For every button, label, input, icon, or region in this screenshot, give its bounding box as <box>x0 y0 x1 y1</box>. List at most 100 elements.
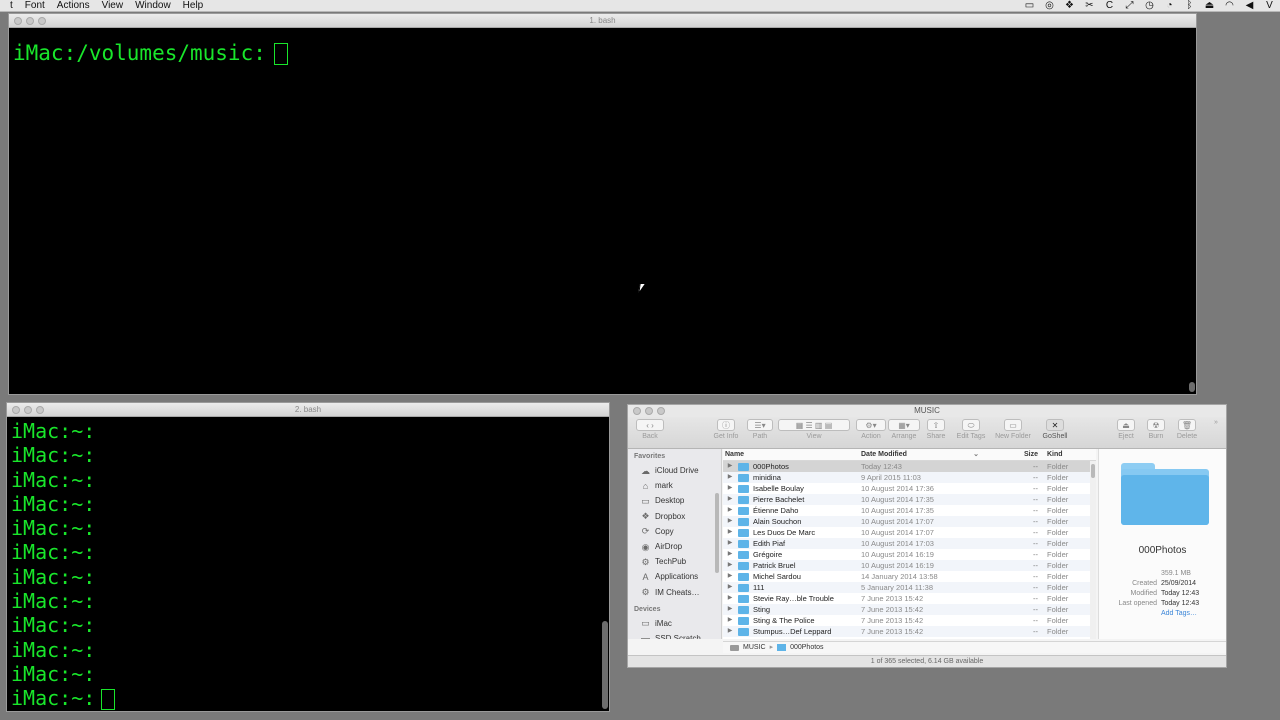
sidebar-item-applications[interactable]: A Applications <box>628 569 721 584</box>
action-button[interactable]: ⚙▾ Action <box>856 419 886 440</box>
terminal-2-scrollbar[interactable] <box>602 621 608 709</box>
disclosure-triangle-icon[interactable]: ▶ <box>725 494 735 505</box>
table-row[interactable]: ▶ Isabelle Boulay 10 August 2014 17:36 -- Fo… <box>723 483 1096 494</box>
folder-icon <box>738 605 749 614</box>
disclosure-triangle-icon[interactable]: ▶ <box>725 527 735 538</box>
table-row[interactable]: ▶ Les Duos De Marc 10 August 2014 17:07 -- F… <box>723 527 1096 538</box>
table-row[interactable]: ▶ 111 5 January 2014 11:38 -- Folder <box>723 582 1096 593</box>
table-row[interactable]: ▶ Alain Souchon 10 August 2014 17:07 -- Fold… <box>723 516 1096 527</box>
terminal-window-1[interactable]: 1. bash iMac:/volumes/music: <box>8 13 1197 395</box>
disclosure-triangle-icon[interactable]: ▶ <box>725 516 735 527</box>
disclosure-triangle-icon[interactable]: ▶ <box>725 472 735 483</box>
table-row[interactable]: ▶ Stevie Ray…ble Trouble 7 June 2013 15:42… <box>723 593 1096 604</box>
sidebar-item-airdrop[interactable]: ◉ AirDrop <box>628 539 721 554</box>
time-machine-icon[interactable]: ◷ <box>1143 0 1156 12</box>
edit-tags-button[interactable]: ⬭ Edit Tags <box>954 419 988 440</box>
menu-help[interactable]: Help <box>177 0 210 12</box>
disclosure-triangle-icon[interactable]: ▶ <box>725 604 735 615</box>
view-button[interactable]: ▦ ☰ ▥ ▤ View <box>778 419 850 440</box>
dropbox-icon[interactable]: ❖ <box>1063 0 1076 12</box>
terminal-2-titlebar[interactable]: 2. bash <box>7 403 609 417</box>
disclosure-triangle-icon[interactable]: ▶ <box>725 626 735 637</box>
table-row[interactable]: ▶ Sting 7 June 2013 15:42 -- Folder <box>723 604 1096 615</box>
disclosure-triangle-icon[interactable]: ▶ <box>725 615 735 626</box>
sidebar-item-im-cheats[interactable]: ⚙ IM Cheats… <box>628 585 721 600</box>
video-icon[interactable]: ▭ <box>1023 0 1036 12</box>
file-date: 5 January 2014 11:38 <box>861 583 934 592</box>
terminal-1-output[interactable]: iMac:/volumes/music: <box>9 28 1196 394</box>
disclosure-triangle-icon[interactable]: ▶ <box>725 560 735 571</box>
menu-font[interactable]: Font <box>19 0 51 12</box>
column-kind[interactable]: Kind <box>1042 449 1090 460</box>
disclosure-triangle-icon[interactable]: ▶ <box>725 483 735 494</box>
back-button[interactable]: ‹ › Back <box>636 419 664 440</box>
table-row[interactable]: ▶ Michel Sardou 14 January 2014 13:58 -- Fol… <box>723 571 1096 582</box>
arrange-button[interactable]: ▦▾ Arrange <box>888 419 920 440</box>
disclosure-triangle-icon[interactable]: ▶ <box>725 549 735 560</box>
sidebar-item-mark[interactable]: ⌂ mark <box>628 478 721 493</box>
share-button[interactable]: ⇧ Share <box>924 419 948 440</box>
sidebar-item-desktop[interactable]: ▭ Desktop <box>628 493 721 508</box>
file-kind: Folder <box>1047 583 1069 592</box>
file-list-scrollbar[interactable] <box>1090 461 1096 639</box>
table-row[interactable]: ▶ Stumpus…Def Leppard 7 June 2013 15:42 -- F… <box>723 626 1096 637</box>
table-row[interactable]: ▶ Pierre Bachelet 10 August 2014 17:35 -- Fo… <box>723 494 1096 505</box>
sidebar-item-icloud-drive[interactable]: ☁ iCloud Drive <box>628 463 721 478</box>
eject-button[interactable]: ⏏ Eject <box>1114 419 1138 440</box>
wifi-icon[interactable]: ◠ <box>1223 0 1236 12</box>
disclosure-triangle-icon[interactable]: ▶ <box>725 582 735 593</box>
table-row[interactable]: ▶ 000Photos Today 12:43 -- Folder <box>723 461 1096 472</box>
finder-window[interactable]: MUSIC ‹ › Back ⓘ Get Info ☰▾ Path ▦ ☰ ▥ ▤ Vi… <box>627 404 1227 668</box>
tools-icon[interactable]: ✂ <box>1083 0 1096 12</box>
bluetooth-icon[interactable]: ᛒ <box>1183 0 1196 12</box>
terminal-2-output[interactable]: iMac:~: iMac:~: iMac:~: iMac:~: iMac:~: iMac:… <box>7 417 609 711</box>
disclosure-triangle-icon[interactable]: ▶ <box>725 505 735 516</box>
delete-button[interactable]: 🗑 Delete <box>1174 419 1200 440</box>
burn-button[interactable]: ☢ Burn <box>1144 419 1168 440</box>
path-button[interactable]: ☰▾ Path <box>746 419 774 440</box>
menu-window[interactable]: Window <box>129 0 177 12</box>
path-folder[interactable]: 000Photos <box>790 642 823 654</box>
terminal-1-scrollbar[interactable] <box>1189 382 1195 392</box>
table-row[interactable]: ▶ Sting & The Police 7 June 2013 15:42 -- Fo… <box>723 615 1096 626</box>
file-date: 10 August 2014 17:36 <box>861 484 934 493</box>
clock-icon[interactable]: ◔ <box>1163 0 1176 12</box>
menu-t[interactable]: t <box>4 0 19 12</box>
finder-titlebar[interactable]: MUSIC <box>628 405 1226 417</box>
sidebar-scrollbar[interactable] <box>715 493 719 573</box>
table-row[interactable]: ▶ Grégoire 10 August 2014 16:19 -- Folder <box>723 549 1096 560</box>
creative-cloud-icon[interactable]: ◎ <box>1043 0 1056 12</box>
c-app-icon[interactable]: C <box>1103 0 1116 12</box>
table-row[interactable]: ▶ Étienne Daho 10 August 2014 17:35 -- Folde… <box>723 505 1096 516</box>
eject-icon[interactable]: ⏏ <box>1203 0 1216 12</box>
terminal-window-2[interactable]: 2. bash iMac:~: iMac:~: iMac:~: iMac:~: iMac… <box>6 402 610 712</box>
goshell-button[interactable]: ✕ GoShell <box>1038 419 1072 440</box>
get-info-button[interactable]: ⓘ Get Info <box>710 419 742 440</box>
status-icon[interactable]: V <box>1263 0 1276 12</box>
toolbar-overflow-icon[interactable]: » <box>1210 419 1222 426</box>
table-row[interactable]: ▶ minidina 9 April 2015 11:03 -- Folder <box>723 472 1096 483</box>
sidebar-item-copy[interactable]: ⟳ Copy <box>628 524 721 539</box>
column-name[interactable]: Name <box>723 449 859 460</box>
sidebar-item-dropbox[interactable]: ❖ Dropbox <box>628 509 721 524</box>
disclosure-triangle-icon[interactable]: ▶ <box>725 593 735 604</box>
terminal-1-titlebar[interactable]: 1. bash <box>9 14 1196 28</box>
new-folder-button[interactable]: ▭ New Folder <box>992 419 1034 440</box>
disclosure-triangle-icon[interactable]: ▶ <box>725 571 735 582</box>
menu-view[interactable]: View <box>96 0 130 12</box>
column-date-modified[interactable]: Date Modified ⌄ <box>859 449 1009 460</box>
volume-icon[interactable]: ◀ <box>1243 0 1256 12</box>
disclosure-triangle-icon[interactable]: ▶ <box>725 461 735 472</box>
add-tags-link[interactable]: Add Tags… <box>1161 609 1197 619</box>
menu-actions[interactable]: Actions <box>51 0 96 12</box>
sidebar-item-imac[interactable]: ▭ iMac <box>628 616 721 631</box>
path-root[interactable]: MUSIC <box>743 642 766 654</box>
table-row[interactable]: ▶ Patrick Bruel 10 August 2014 16:19 -- Fold… <box>723 560 1096 571</box>
resize-icon[interactable]: ⤢ <box>1123 0 1136 12</box>
sidebar-item-techpub[interactable]: ⚙ TechPub <box>628 554 721 569</box>
disclosure-triangle-icon[interactable]: ▶ <box>725 538 735 549</box>
sidebar-item-ssd-scratch[interactable]: ▬ SSD Scratch <box>628 631 721 639</box>
column-size[interactable]: Size <box>1009 449 1042 460</box>
table-row[interactable]: ▶ Edith Piaf 10 August 2014 17:03 -- Folder <box>723 538 1096 549</box>
file-list-header: Name Date Modified ⌄ Size Kind <box>723 449 1096 461</box>
